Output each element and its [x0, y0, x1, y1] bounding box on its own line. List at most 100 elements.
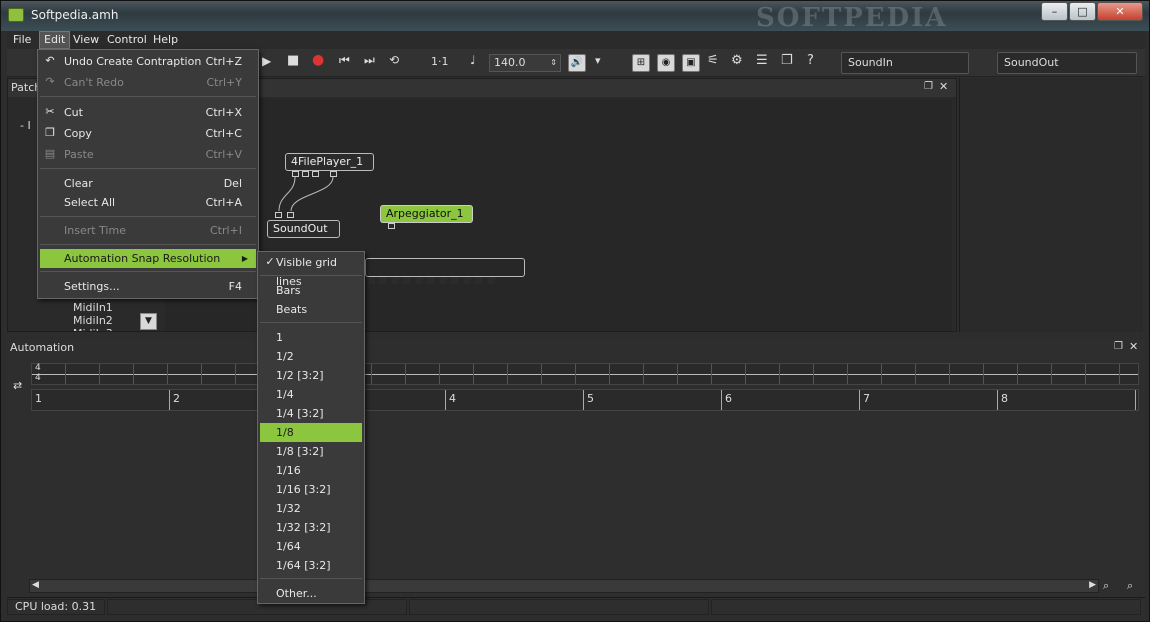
position-counter: 1·1	[431, 55, 449, 68]
skip-back-icon[interactable]: ⏮	[339, 53, 350, 68]
softpedia-watermark: SOFTPEDIA	[756, 3, 948, 33]
list-item[interactable]: MidiIn1	[73, 301, 113, 314]
dropdown-icon[interactable]: ▾	[595, 54, 601, 67]
menu-item-copy[interactable]: ❐ Copy Ctrl+C	[40, 124, 256, 143]
status-cell	[711, 599, 1141, 615]
minimize-button[interactable]: –	[1041, 2, 1068, 21]
node-arpeggiator[interactable]: Arpeggiator_1	[380, 205, 473, 223]
snap-arrow-icon[interactable]: ⇄	[13, 379, 22, 392]
automation-header: Automation	[7, 339, 1145, 357]
snap-option[interactable]: 1/2	[260, 347, 362, 366]
scroll-left-icon[interactable]: ◀	[32, 580, 39, 590]
mixer-icon[interactable]: ⚙	[731, 53, 743, 68]
menu-item-redo: ↷ Can't Redo Ctrl+Y	[45, 75, 242, 90]
snap-option[interactable]: 1/32	[260, 499, 362, 518]
snap-option[interactable]: 1/16 [3:2]	[260, 480, 362, 499]
snap-option-other[interactable]: Other...	[260, 584, 362, 603]
bar-label: 7	[863, 392, 870, 405]
snap-option[interactable]: 1/64	[260, 537, 362, 556]
snap-option[interactable]: 1/4	[260, 385, 362, 404]
maximize-button[interactable]: □	[1069, 2, 1096, 21]
snap-option[interactable]: 1/64 [3:2]	[260, 556, 362, 575]
list-item[interactable]: MidiIn2	[73, 314, 113, 327]
window-title: Softpedia.amh	[31, 8, 119, 22]
menu-item-paste: ▤ Paste Ctrl+V	[44, 147, 242, 162]
snap-option[interactable]: 1/32 [3:2]	[260, 518, 362, 537]
port[interactable]	[275, 212, 282, 218]
checkmark-icon: ✓	[265, 255, 275, 268]
menu-bar: File Edit View Control Help	[7, 31, 1145, 49]
node-partial[interactable]	[365, 258, 525, 277]
horizontal-scrollbar[interactable]: ◀ ▶	[29, 579, 1099, 593]
skip-forward-icon[interactable]: ⏭	[364, 53, 375, 68]
chart-icon[interactable]: ⚟	[707, 53, 719, 68]
menu-item-select-all[interactable]: Select All Ctrl+A	[40, 193, 256, 212]
list-item[interactable]: MidiIn3	[73, 327, 113, 331]
close-panel-icon[interactable]: ✕	[939, 80, 948, 93]
port[interactable]	[388, 223, 395, 229]
node-sound-out[interactable]: SoundOut	[267, 220, 340, 238]
bar-label: 2	[173, 392, 180, 405]
tempo-spin-icon[interactable]: ⇕	[550, 55, 557, 71]
status-cell	[409, 599, 709, 615]
record-icon[interactable]: ●	[312, 52, 324, 68]
menu-file[interactable]: File	[9, 33, 35, 46]
bar-label: 8	[1001, 392, 1008, 405]
bar-ruler[interactable]: 1 2 4 5 6 7 8	[31, 389, 1139, 411]
snap-option[interactable]: 1/8 [3:2]	[260, 442, 362, 461]
snap-option[interactable]: 1	[260, 328, 362, 347]
snap-option[interactable]: Beats	[260, 300, 362, 319]
notes-icon[interactable]: ☰	[756, 53, 768, 68]
sound-out-label: SoundOut	[1004, 56, 1059, 69]
menu-edit[interactable]: Edit	[39, 31, 71, 49]
snap-option[interactable]: 1/16	[260, 461, 362, 480]
snap-option[interactable]: 1/4 [3:2]	[260, 404, 362, 423]
scroll-right-icon[interactable]: ▶	[1089, 580, 1096, 590]
pages-icon[interactable]: ❐	[781, 53, 793, 68]
menu-separator	[40, 96, 256, 97]
menu-item-settings[interactable]: Settings... F4	[40, 277, 256, 296]
snap-option-selected[interactable]: 1/8	[260, 423, 362, 442]
menu-item-snap-resolution[interactable]: Automation Snap Resolution ▶	[40, 249, 256, 268]
app-icon	[8, 8, 24, 22]
port[interactable]	[287, 212, 294, 218]
menu-separator	[40, 168, 256, 169]
menu-view[interactable]: View	[69, 33, 103, 46]
loop-icon[interactable]: ⟲	[389, 53, 399, 67]
play-icon[interactable]: ▶	[262, 54, 271, 68]
snap-option[interactable]: 1/2 [3:2]	[260, 366, 362, 385]
menu-help[interactable]: Help	[149, 33, 182, 46]
tempo-field[interactable]: 140.0 ⇕	[489, 54, 561, 72]
menu-separator	[260, 275, 362, 276]
menu-item-insert-time: Insert Time Ctrl+I	[64, 224, 242, 237]
snap-option[interactable]: Bars	[260, 281, 362, 300]
stop-icon[interactable]: ■	[287, 53, 299, 68]
menu-item-cut[interactable]: ✂ Cut Ctrl+X	[40, 103, 256, 122]
help-icon[interactable]: ?	[807, 53, 814, 68]
menu-item-undo[interactable]: ↶ Undo Create Contraption Ctrl+Z	[40, 52, 256, 71]
sound-in-label: SoundIn	[848, 56, 893, 69]
sound-out-box[interactable]: SoundOut	[997, 52, 1137, 74]
list-scroll-down-icon[interactable]: ▼	[140, 313, 157, 330]
title-bar: Softpedia.amh SOFTPEDIA – □ ✕	[1, 1, 1149, 33]
close-panel-icon[interactable]: ✕	[1129, 340, 1138, 353]
image-icon[interactable]: ▣	[682, 54, 700, 72]
close-button[interactable]: ✕	[1097, 2, 1143, 21]
bar-label: 6	[725, 392, 732, 405]
float-icon[interactable]: ❐	[924, 81, 933, 92]
menu-item-visible-grid[interactable]: ✓ Visible grid lines	[260, 253, 362, 289]
app-window: Softpedia.amh SOFTPEDIA – □ ✕ File Edit …	[0, 0, 1150, 622]
zoom-icon[interactable]: ⌕	[1103, 579, 1109, 593]
disc-icon[interactable]: ◉	[657, 54, 675, 72]
bar-label: 1	[35, 392, 42, 405]
tree-toggle[interactable]: - I	[20, 119, 31, 132]
menu-item-clear[interactable]: Clear Del	[40, 174, 256, 193]
float-icon[interactable]: ❐	[1114, 341, 1123, 352]
speaker-icon[interactable]: 🔊	[568, 54, 586, 72]
patch-view-icon[interactable]: ⊞	[632, 54, 650, 72]
undo-icon: ↶	[45, 54, 55, 67]
menu-separator	[40, 216, 256, 217]
menu-control[interactable]: Control	[103, 33, 151, 46]
zoom-icon[interactable]: ⌕	[1127, 579, 1133, 593]
sound-in-box[interactable]: SoundIn	[841, 52, 969, 74]
